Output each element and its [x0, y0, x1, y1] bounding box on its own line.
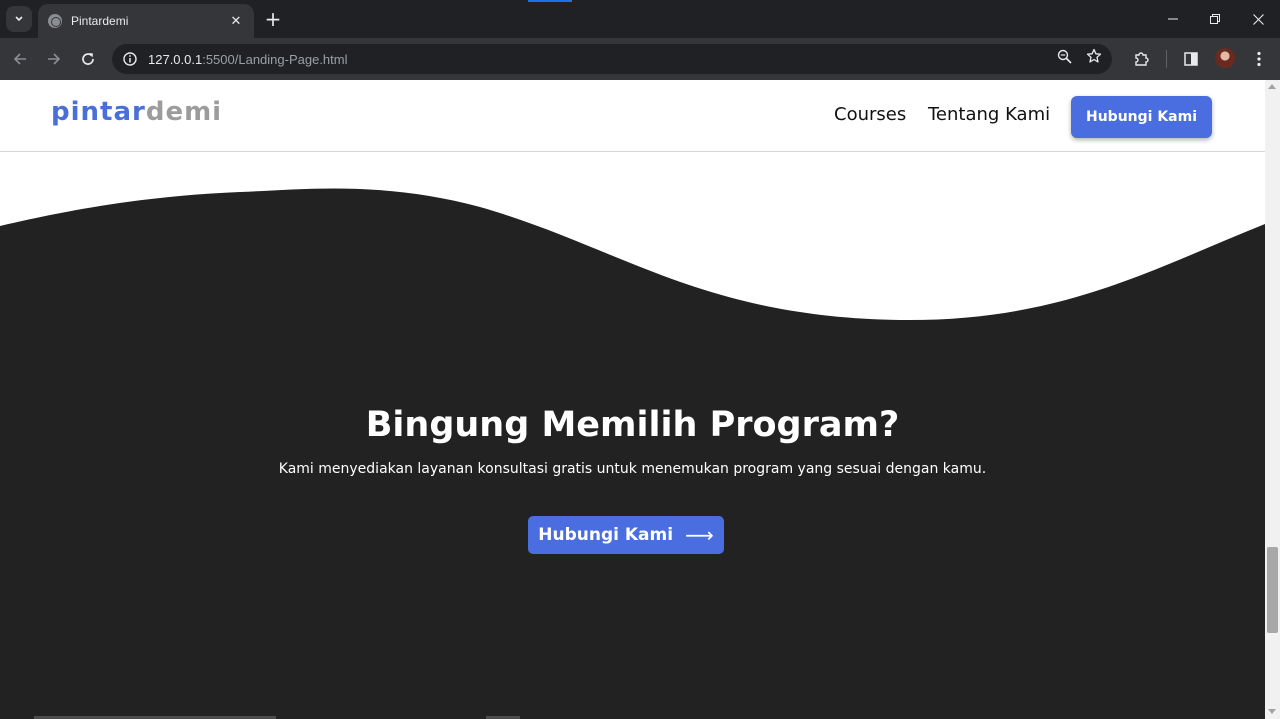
scroll-up-icon[interactable]	[1268, 84, 1276, 89]
reload-icon	[82, 53, 94, 65]
browser-menu-button[interactable]	[1247, 47, 1271, 71]
minimize-button[interactable]	[1158, 8, 1188, 30]
url-host: 127.0.0.1	[148, 51, 203, 67]
hero-contact-label: Hubungi Kami	[538, 525, 674, 545]
side-panel-button[interactable]	[1179, 47, 1203, 71]
site-info-icon[interactable]	[122, 51, 138, 67]
restore-button[interactable]	[1200, 8, 1230, 30]
nav-link-tentang-kami[interactable]: Tentang Kami	[928, 104, 1050, 125]
site-logo[interactable]: pintardemi	[51, 97, 222, 127]
toolbar-divider	[1166, 50, 1167, 68]
tab-accent	[528, 0, 572, 2]
hero-title: Bingung Memilih Program?	[365, 405, 900, 445]
browser-tab[interactable]: Pintardemi ✕	[38, 4, 254, 38]
zoom-button[interactable]	[1054, 46, 1074, 66]
back-button[interactable]	[8, 47, 32, 71]
extensions-button[interactable]	[1129, 47, 1153, 71]
globe-icon	[48, 14, 62, 28]
nav-link-courses[interactable]: Courses	[834, 104, 906, 125]
window-close-icon	[1252, 13, 1264, 25]
arrow-right-icon: ⟶	[685, 523, 714, 547]
hero-wave	[0, 152, 1265, 321]
url-text: 127.0.0.1:5500/Landing-Page.html	[148, 52, 348, 67]
tab-title: Pintardemi	[71, 14, 129, 28]
site-navbar: pintardemi Courses Tentang Kami Hubungi …	[0, 80, 1265, 152]
star-icon	[1086, 48, 1102, 63]
forward-icon	[48, 53, 61, 65]
tab-search-button[interactable]	[6, 6, 32, 32]
url-path: :5500/Landing-Page.html	[202, 51, 348, 67]
logo-part-demi: demi	[145, 97, 223, 127]
hero-contact-button[interactable]: Hubungi Kami ⟶	[528, 516, 724, 554]
scrollbar-thumb[interactable]	[1267, 547, 1278, 633]
zoom-icon	[1057, 49, 1072, 64]
hero-subtitle: Kami menyediakan layanan konsultasi grat…	[278, 461, 987, 477]
avatar[interactable]	[1215, 48, 1235, 68]
menu-icon	[1257, 51, 1261, 67]
bookmark-button[interactable]	[1084, 46, 1104, 66]
tab-strip: Pintardemi ✕ +	[0, 0, 1280, 38]
reload-button[interactable]	[76, 47, 100, 71]
window-close-button[interactable]	[1243, 8, 1273, 30]
minimize-icon	[1168, 18, 1178, 20]
extensions-icon	[1135, 52, 1149, 66]
new-tab-button[interactable]: +	[262, 8, 284, 30]
tab-search-icon	[15, 16, 23, 22]
scroll-down-icon[interactable]	[1268, 709, 1276, 714]
page-viewport: pintardemi Courses Tentang Kami Hubungi …	[0, 80, 1265, 719]
logo-part-pintar: pintar	[51, 97, 146, 127]
browser-toolbar: 127.0.0.1:5500/Landing-Page.html	[0, 38, 1280, 80]
side-panel-icon	[1184, 52, 1198, 66]
back-icon	[13, 53, 26, 65]
forward-button[interactable]	[42, 47, 66, 71]
address-bar[interactable]: 127.0.0.1:5500/Landing-Page.html	[112, 44, 1112, 74]
nav-contact-button[interactable]: Hubungi Kami	[1071, 96, 1212, 138]
restore-icon	[1210, 14, 1220, 24]
close-icon[interactable]: ✕	[228, 14, 244, 29]
